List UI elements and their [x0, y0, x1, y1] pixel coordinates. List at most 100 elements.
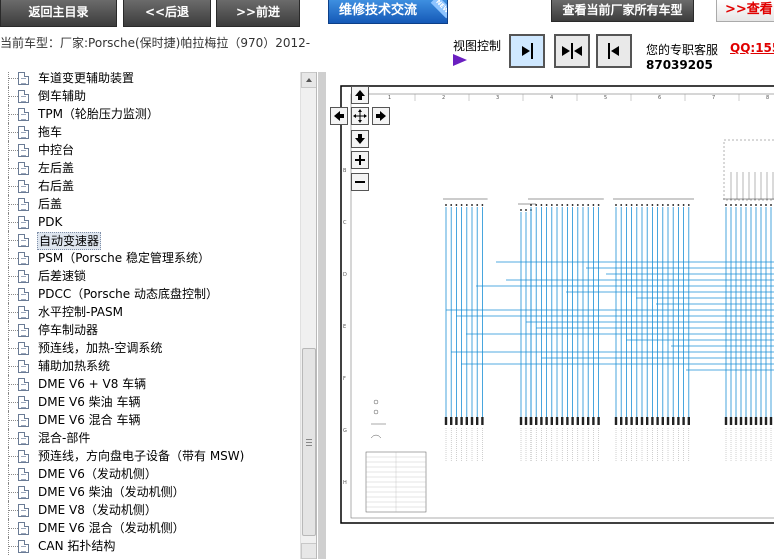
- tree-item[interactable]: PDCC（Porsche 动态底盘控制）: [0, 285, 300, 303]
- tree-item-label[interactable]: DME V6 + V8 车辆: [37, 375, 147, 393]
- tree-item-label[interactable]: TPM（轮胎压力监测）: [37, 105, 160, 123]
- viewer-divider[interactable]: [318, 72, 326, 559]
- all-models-button[interactable]: 查看当前厂家所有车型: [551, 0, 694, 22]
- tree-item[interactable]: TPM（轮胎压力监测）: [0, 105, 300, 123]
- scroll-thumb[interactable]: [302, 348, 316, 536]
- view-split-button[interactable]: [554, 34, 590, 68]
- wire-node: [667, 204, 669, 206]
- document-icon: [18, 288, 29, 301]
- scroll-up-button[interactable]: [301, 72, 316, 88]
- tree-item[interactable]: 左后盖: [0, 159, 300, 177]
- tree-item-label[interactable]: 预连线，方向盘电子设备（带有 MSW): [37, 447, 245, 465]
- tree-item[interactable]: DME V6 柴油 车辆: [0, 393, 300, 411]
- tree-item[interactable]: 车道变更辅助装置: [0, 72, 300, 87]
- forward-button[interactable]: >>前进: [216, 0, 300, 27]
- tree-item-label[interactable]: 停车制动器: [37, 321, 99, 339]
- new-badge: NEW: [430, 0, 447, 19]
- wire-terminal: [677, 417, 680, 425]
- tree-item[interactable]: 自动变速器: [0, 231, 300, 250]
- tree-item[interactable]: 水平控制-PASM: [0, 303, 300, 321]
- view-expand-right-button[interactable]: [509, 34, 545, 68]
- tree-item[interactable]: 后差速锁: [0, 267, 300, 285]
- tree-item[interactable]: 拖车: [0, 123, 300, 141]
- arrow-up-icon: [355, 90, 365, 100]
- back-button[interactable]: <<后退: [123, 0, 211, 27]
- tree-item[interactable]: 右后盖: [0, 177, 300, 195]
- tree-item-label[interactable]: 水平控制-PASM: [37, 303, 124, 321]
- tree-scrollbar[interactable]: [300, 72, 316, 559]
- tree-connector: [8, 159, 18, 177]
- wire-terminal: [729, 417, 733, 425]
- pan-left-button[interactable]: [330, 107, 348, 125]
- tree-item[interactable]: DME V6 混合 车辆: [0, 411, 300, 429]
- zoom-in-button[interactable]: [351, 151, 369, 169]
- tree-item-label[interactable]: PSM（Porsche 稳定管理系统）: [37, 249, 211, 267]
- tree-item-label[interactable]: 右后盖: [37, 177, 75, 195]
- wire-terminal: [597, 417, 600, 425]
- qq-link[interactable]: QQ:155: [730, 41, 774, 55]
- wiring-diagram[interactable]: 1 2 3 4 5 6 7 8 B C D E F G H: [326, 72, 774, 559]
- tree-item-label[interactable]: 车道变更辅助装置: [37, 72, 135, 87]
- tree-item[interactable]: PDK: [0, 213, 300, 231]
- tree-item-label[interactable]: 后盖: [37, 195, 63, 213]
- tree-item-label[interactable]: PDCC（Porsche 动态底盘控制）: [37, 285, 219, 303]
- tree-item[interactable]: 预连线，加热-空调系统: [0, 339, 300, 357]
- tree-item-label[interactable]: CAN 拓扑结构: [37, 537, 116, 555]
- tree-item[interactable]: 停车制动器: [0, 321, 300, 339]
- tree-item[interactable]: 倒车辅助: [0, 87, 300, 105]
- view-expand-left-button[interactable]: [596, 34, 632, 68]
- wire-node: [465, 204, 468, 206]
- pan-center-button[interactable]: [351, 107, 369, 125]
- tree-item[interactable]: DME V6（发动机侧）: [0, 465, 300, 483]
- tree-item-label[interactable]: 自动变速器: [37, 232, 102, 250]
- tree-item-label[interactable]: 预连线，加热-空调系统: [37, 339, 163, 357]
- query-button[interactable]: >>查看: [716, 0, 774, 22]
- tree-item-label[interactable]: 左后盖: [37, 159, 75, 177]
- tree-item[interactable]: CAN 拓扑结构: [0, 537, 300, 555]
- tree-connector: [8, 123, 18, 141]
- document-icon: [18, 450, 29, 463]
- tree-item[interactable]: DME V6 柴油（发动机侧）: [0, 483, 300, 501]
- diagram-viewer[interactable]: 1 2 3 4 5 6 7 8 B C D E F G H: [318, 72, 774, 559]
- zoom-out-button[interactable]: [351, 173, 369, 191]
- document-icon: [18, 378, 29, 391]
- wire-node: [635, 204, 638, 206]
- tree-item-label[interactable]: DME V6 混合 车辆: [37, 411, 141, 429]
- tree-item[interactable]: 辅助加热系统: [0, 357, 300, 375]
- document-icon: [18, 396, 29, 409]
- tree-item-label[interactable]: 后差速锁: [37, 267, 87, 285]
- scroll-down-button[interactable]: [301, 543, 316, 559]
- pan-right-button[interactable]: [372, 107, 390, 125]
- wire-terminal: [450, 417, 453, 425]
- tree-item-label[interactable]: 倒车辅助: [37, 87, 87, 105]
- repair-exchange-label: 维修技术交流: [339, 3, 418, 18]
- tree-item-label[interactable]: 拖车: [37, 123, 63, 141]
- tree-item-label[interactable]: 混合-部件: [37, 429, 91, 447]
- tree-item[interactable]: 混合-部件: [0, 429, 300, 447]
- tree-item[interactable]: PSM（Porsche 稳定管理系统）: [0, 249, 300, 267]
- tree-item[interactable]: DME V6 + V8 车辆: [0, 375, 300, 393]
- tree-item[interactable]: 中控台: [0, 141, 300, 159]
- tree-item-label[interactable]: DME V6 柴油（发动机侧）: [37, 483, 186, 501]
- wire-terminal: [620, 417, 623, 425]
- tree-item-label[interactable]: 中控台: [37, 141, 75, 159]
- tree-item-label[interactable]: DME V6（发动机侧）: [37, 465, 158, 483]
- home-button[interactable]: 返回主目录: [0, 0, 117, 27]
- wire-terminal: [545, 417, 548, 425]
- tree-item[interactable]: 预连线，方向盘电子设备（带有 MSW): [0, 447, 300, 465]
- tree-connector: [8, 429, 18, 447]
- tree-item[interactable]: DME V8（发动机侧）: [0, 501, 300, 519]
- pan-down-button[interactable]: [351, 130, 369, 148]
- tree-item[interactable]: 后盖: [0, 195, 300, 213]
- tree-item-label[interactable]: DME V8（发动机侧）: [37, 501, 158, 519]
- tree-item-label[interactable]: DME V6 柴油 车辆: [37, 393, 141, 411]
- repair-exchange-button[interactable]: 维修技术交流 NEW: [328, 0, 448, 24]
- pan-up-button[interactable]: [351, 86, 369, 104]
- tree-item-label[interactable]: DME V6 混合（发动机侧）: [37, 519, 186, 537]
- wire-node: [540, 204, 543, 206]
- document-icon: [18, 270, 29, 283]
- tree-item-label[interactable]: PDK: [37, 213, 63, 231]
- tree-item[interactable]: DME V6 混合（发动机侧）: [0, 519, 300, 537]
- legend-symbol: [373, 409, 379, 415]
- tree-item-label[interactable]: 辅助加热系统: [37, 357, 111, 375]
